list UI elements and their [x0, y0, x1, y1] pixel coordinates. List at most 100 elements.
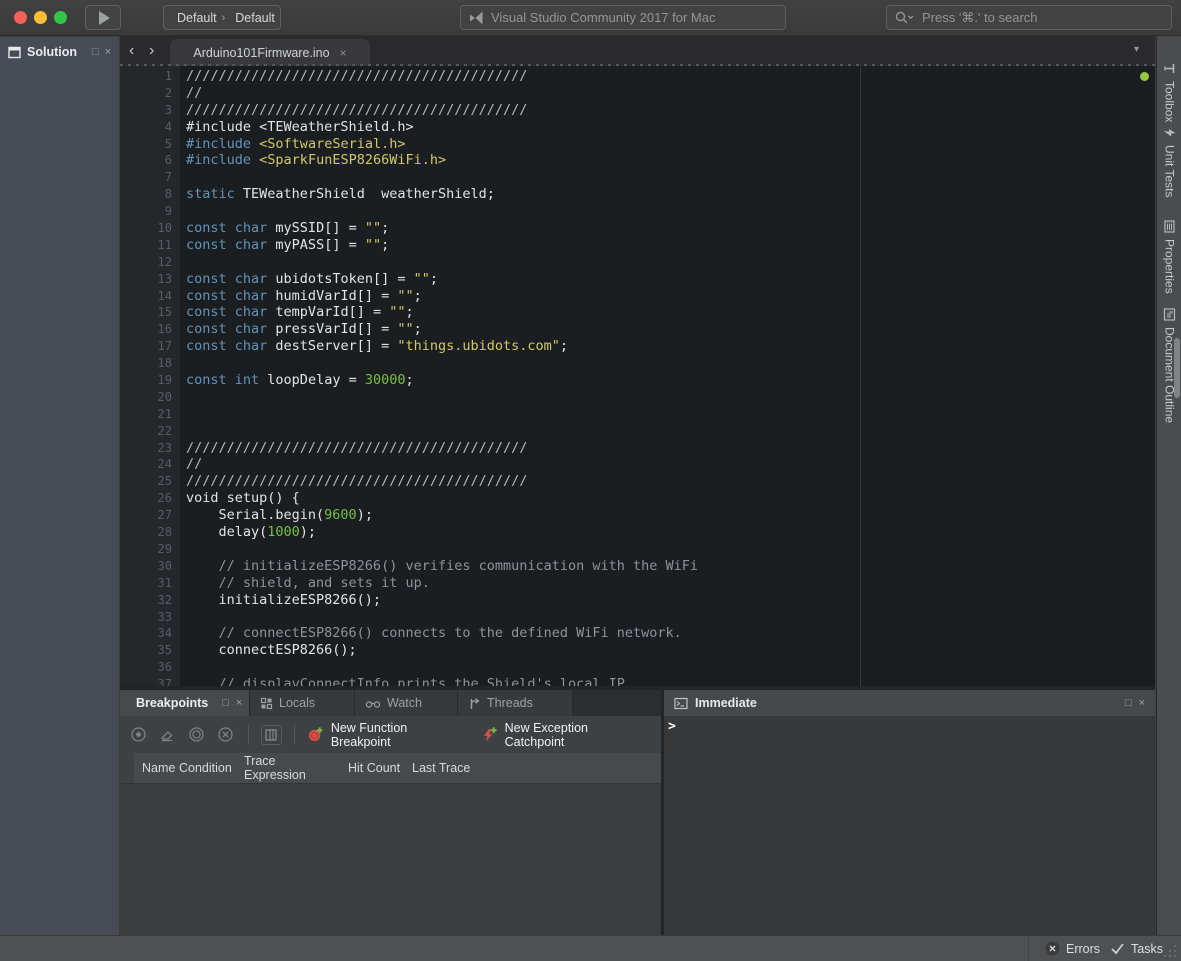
code-line[interactable]: const char humidVarId[] = "";: [186, 288, 698, 305]
code-line[interactable]: //: [186, 85, 698, 102]
line-number[interactable]: 12: [120, 254, 172, 271]
code-line[interactable]: const char tempVarId[] = "";: [186, 304, 698, 321]
column-header-name[interactable]: Name: [134, 753, 171, 783]
tab-locals[interactable]: Locals: [250, 690, 355, 716]
remove-all-breakpoints-button[interactable]: [217, 726, 234, 743]
column-header-hit-count[interactable]: Hit Count: [340, 753, 404, 783]
line-number[interactable]: 8: [120, 186, 172, 203]
traffic-light-close[interactable]: [14, 11, 27, 24]
code-line[interactable]: const char ubidotsToken[] = "";: [186, 271, 698, 288]
sidebar-tab-toolbox[interactable]: Toolbox: [1157, 62, 1181, 122]
document-tab[interactable]: Arduino101Firmware.ino ×: [170, 39, 370, 66]
solution-pad-close-button[interactable]: ×: [105, 46, 111, 58]
build-configuration-selector[interactable]: Default › Default: [163, 5, 281, 30]
line-number[interactable]: 3: [120, 102, 172, 119]
line-number[interactable]: 24: [120, 456, 172, 473]
line-number[interactable]: 15: [120, 304, 172, 321]
line-number[interactable]: 13: [120, 271, 172, 288]
code-line[interactable]: [186, 541, 698, 558]
column-header-condition[interactable]: Condition: [171, 753, 236, 783]
column-header-last-trace[interactable]: Last Trace: [404, 753, 484, 783]
column-header-trace-expression[interactable]: Trace Expression: [236, 753, 340, 783]
code-line[interactable]: ////////////////////////////////////////…: [186, 440, 698, 457]
code-line[interactable]: [186, 609, 698, 626]
breakpoints-list[interactable]: [120, 784, 661, 935]
immediate-dock-button[interactable]: □: [1125, 697, 1132, 709]
code-line[interactable]: [186, 355, 698, 372]
traffic-light-minimize[interactable]: [34, 11, 47, 24]
errors-button[interactable]: Errors: [1045, 936, 1100, 961]
line-number[interactable]: 22: [120, 423, 172, 440]
line-number[interactable]: 20: [120, 389, 172, 406]
line-number[interactable]: 29: [120, 541, 172, 558]
code-line[interactable]: [186, 169, 698, 186]
line-number[interactable]: 6: [120, 152, 172, 169]
tab-watch[interactable]: Watch: [355, 690, 458, 716]
solution-pad-dock-button[interactable]: □: [92, 46, 99, 58]
line-number[interactable]: 26: [120, 490, 172, 507]
document-tab-close-button[interactable]: ×: [340, 46, 347, 60]
code-line[interactable]: [186, 423, 698, 440]
line-number[interactable]: 2: [120, 85, 172, 102]
resize-grip[interactable]: [1162, 943, 1178, 959]
line-number[interactable]: 18: [120, 355, 172, 372]
global-search-input[interactable]: Press '⌘.' to search: [886, 5, 1172, 30]
code-line[interactable]: ////////////////////////////////////////…: [186, 102, 698, 119]
line-number[interactable]: 11: [120, 237, 172, 254]
code-line[interactable]: const char myPASS[] = "";: [186, 237, 698, 254]
line-number[interactable]: 9: [120, 203, 172, 220]
code-line[interactable]: [186, 659, 698, 676]
code-line[interactable]: [186, 389, 698, 406]
tasks-button[interactable]: Tasks: [1110, 936, 1163, 961]
code-line[interactable]: const int loopDelay = 30000;: [186, 372, 698, 389]
code-line[interactable]: static TEWeatherShield weatherShield;: [186, 186, 698, 203]
line-number[interactable]: 19: [120, 372, 172, 389]
tab-threads[interactable]: Threads: [458, 690, 573, 716]
clear-breakpoint-button[interactable]: [159, 726, 176, 743]
navigate-forward-button[interactable]: ›: [149, 40, 154, 62]
line-number[interactable]: 17: [120, 338, 172, 355]
immediate-console[interactable]: >: [664, 716, 1155, 935]
line-number[interactable]: 10: [120, 220, 172, 237]
line-number[interactable]: 5: [120, 136, 172, 153]
new-function-breakpoint-button[interactable]: New Function Breakpoint: [307, 721, 463, 749]
code-line[interactable]: const char mySSID[] = "";: [186, 220, 698, 237]
tab-breakpoints[interactable]: Breakpoints □ ×: [120, 690, 250, 716]
line-number[interactable]: 35: [120, 642, 172, 659]
line-number[interactable]: 21: [120, 406, 172, 423]
new-exception-catchpoint-button[interactable]: New Exception Catchpoint: [481, 721, 643, 749]
code-line[interactable]: Serial.begin(9600);: [186, 507, 698, 524]
line-number[interactable]: 37: [120, 676, 172, 686]
error-health-indicator[interactable]: [1140, 72, 1149, 81]
line-number[interactable]: 4: [120, 119, 172, 136]
document-list-dropdown-button[interactable]: ▾: [1134, 44, 1139, 55]
line-number[interactable]: 27: [120, 507, 172, 524]
code-editor[interactable]: 1234567891011121314151617181920212223242…: [120, 66, 1155, 686]
pad-close-button[interactable]: ×: [236, 697, 242, 709]
window-scrollbar-thumb[interactable]: [1174, 338, 1180, 398]
code-line[interactable]: ////////////////////////////////////////…: [186, 68, 698, 85]
navigate-back-button[interactable]: ‹: [129, 40, 134, 62]
code-line[interactable]: [186, 203, 698, 220]
traffic-light-zoom[interactable]: [54, 11, 67, 24]
line-number[interactable]: 36: [120, 659, 172, 676]
line-number[interactable]: 32: [120, 592, 172, 609]
code-line[interactable]: // shield, and sets it up.: [186, 575, 698, 592]
line-number[interactable]: 30: [120, 558, 172, 575]
code-text-area[interactable]: ////////////////////////////////////////…: [186, 68, 698, 686]
code-line[interactable]: // connectESP8266() connects to the defi…: [186, 625, 698, 642]
code-line[interactable]: #include <SparkFunESP8266WiFi.h>: [186, 152, 698, 169]
code-line[interactable]: [186, 254, 698, 271]
sidebar-tab-properties[interactable]: Properties: [1157, 220, 1181, 294]
code-line[interactable]: const char destServer[] = "things.ubidot…: [186, 338, 698, 355]
line-number[interactable]: 28: [120, 524, 172, 541]
line-number[interactable]: 23: [120, 440, 172, 457]
code-line[interactable]: ////////////////////////////////////////…: [186, 473, 698, 490]
line-number[interactable]: 31: [120, 575, 172, 592]
line-number[interactable]: 14: [120, 288, 172, 305]
line-number[interactable]: 25: [120, 473, 172, 490]
line-number[interactable]: 16: [120, 321, 172, 338]
code-line[interactable]: const char pressVarId[] = "";: [186, 321, 698, 338]
line-number[interactable]: 1: [120, 68, 172, 85]
code-line[interactable]: #include <TEWeatherShield.h>: [186, 119, 698, 136]
